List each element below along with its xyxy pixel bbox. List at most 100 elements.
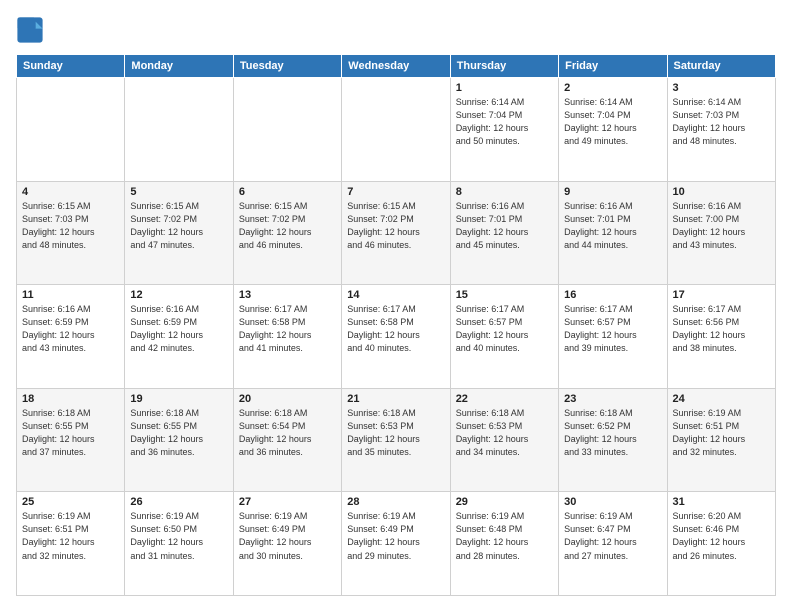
- calendar-cell: 14 Sunrise: 6:17 AM Sunset: 6:58 PM Dayli…: [342, 285, 450, 389]
- calendar-cell: 7 Sunrise: 6:15 AM Sunset: 7:02 PM Daylig…: [342, 181, 450, 285]
- calendar-cell: [233, 78, 341, 182]
- calendar-cell: 29Sunrise: 6:19 AM Sunset: 6:48 PM Dayli…: [450, 492, 558, 596]
- calendar-cell: 21 Sunrise: 6:18 AM Sunset: 6:53 PM Dayli…: [342, 388, 450, 492]
- day-number: 26: [130, 496, 227, 508]
- day-number: 3: [673, 82, 770, 94]
- calendar-cell: 16 Sunrise: 6:17 AM Sunset: 6:57 PM Dayli…: [559, 285, 667, 389]
- weekday-header-thursday: Thursday: [450, 55, 558, 78]
- day-number: 1: [456, 82, 553, 94]
- day-number: 27: [239, 496, 336, 508]
- calendar-week-row: 4 Sunrise: 6:15 AM Sunset: 7:03 PM Daylig…: [17, 181, 776, 285]
- day-info: Sunrise: 6:16 AM Sunset: 6:59 PM Dayligh…: [22, 303, 119, 355]
- day-info: Sunrise: 6:17 AM Sunset: 6:58 PM Dayligh…: [347, 303, 444, 355]
- day-info: Sunrise: 6:14 AM Sunset: 7:04 PM Dayligh…: [564, 96, 661, 148]
- day-number: 7: [347, 186, 444, 198]
- calendar-cell: 2 Sunrise: 6:14 AM Sunset: 7:04 PM Daylig…: [559, 78, 667, 182]
- day-number: 12: [130, 289, 227, 301]
- day-number: 16: [564, 289, 661, 301]
- calendar-cell: 25 Sunrise: 6:19 AM Sunset: 6:51 PM Dayli…: [17, 492, 125, 596]
- day-info: Sunrise: 6:19 AM Sunset: 6:49 PM Dayligh…: [347, 510, 444, 562]
- weekday-header-sunday: Sunday: [17, 55, 125, 78]
- day-number: 24: [673, 393, 770, 405]
- day-number: 22: [456, 393, 553, 405]
- calendar-cell: 19 Sunrise: 6:18 AM Sunset: 6:55 PM Dayli…: [125, 388, 233, 492]
- calendar-cell: 4 Sunrise: 6:15 AM Sunset: 7:03 PM Daylig…: [17, 181, 125, 285]
- day-number: 11: [22, 289, 119, 301]
- day-info: Sunrise: 6:19 AM Sunset: 6:51 PM Dayligh…: [673, 407, 770, 459]
- day-info: Sunrise: 6:16 AM Sunset: 7:01 PM Dayligh…: [564, 200, 661, 252]
- calendar-cell: 10Sunrise: 6:16 AM Sunset: 7:00 PM Dayli…: [667, 181, 775, 285]
- calendar-cell: [17, 78, 125, 182]
- day-info: Sunrise: 6:18 AM Sunset: 6:53 PM Dayligh…: [456, 407, 553, 459]
- day-info: Sunrise: 6:14 AM Sunset: 7:03 PM Dayligh…: [673, 96, 770, 148]
- day-number: 6: [239, 186, 336, 198]
- day-number: 10: [673, 186, 770, 198]
- day-number: 18: [22, 393, 119, 405]
- day-info: Sunrise: 6:19 AM Sunset: 6:49 PM Dayligh…: [239, 510, 336, 562]
- day-number: 21: [347, 393, 444, 405]
- weekday-header-saturday: Saturday: [667, 55, 775, 78]
- logo: [16, 16, 48, 44]
- day-info: Sunrise: 6:14 AM Sunset: 7:04 PM Dayligh…: [456, 96, 553, 148]
- day-number: 13: [239, 289, 336, 301]
- day-info: Sunrise: 6:15 AM Sunset: 7:02 PM Dayligh…: [347, 200, 444, 252]
- day-number: 31: [673, 496, 770, 508]
- day-number: 28: [347, 496, 444, 508]
- page-header: [16, 16, 776, 44]
- calendar-cell: 24 Sunrise: 6:19 AM Sunset: 6:51 PM Dayli…: [667, 388, 775, 492]
- calendar-cell: 22 Sunrise: 6:18 AM Sunset: 6:53 PM Dayli…: [450, 388, 558, 492]
- day-info: Sunrise: 6:16 AM Sunset: 6:59 PM Dayligh…: [130, 303, 227, 355]
- day-number: 2: [564, 82, 661, 94]
- calendar-week-row: 1 Sunrise: 6:14 AM Sunset: 7:04 PM Daylig…: [17, 78, 776, 182]
- calendar-cell: 6 Sunrise: 6:15 AM Sunset: 7:02 PM Daylig…: [233, 181, 341, 285]
- calendar-cell: 9 Sunrise: 6:16 AM Sunset: 7:01 PM Daylig…: [559, 181, 667, 285]
- calendar-cell: 12 Sunrise: 6:16 AM Sunset: 6:59 PM Dayli…: [125, 285, 233, 389]
- day-number: 20: [239, 393, 336, 405]
- day-number: 15: [456, 289, 553, 301]
- day-info: Sunrise: 6:19 AM Sunset: 6:51 PM Dayligh…: [22, 510, 119, 562]
- day-info: Sunrise: 6:18 AM Sunset: 6:55 PM Dayligh…: [130, 407, 227, 459]
- calendar-cell: 13 Sunrise: 6:17 AM Sunset: 6:58 PM Dayli…: [233, 285, 341, 389]
- calendar-cell: 30 Sunrise: 6:19 AM Sunset: 6:47 PM Dayli…: [559, 492, 667, 596]
- calendar-cell: 5Sunrise: 6:15 AM Sunset: 7:02 PM Daylig…: [125, 181, 233, 285]
- day-info: Sunrise: 6:19 AM Sunset: 6:48 PM Dayligh…: [456, 510, 553, 562]
- calendar-week-row: 11 Sunrise: 6:16 AM Sunset: 6:59 PM Dayli…: [17, 285, 776, 389]
- calendar-cell: 11 Sunrise: 6:16 AM Sunset: 6:59 PM Dayli…: [17, 285, 125, 389]
- day-number: 17: [673, 289, 770, 301]
- day-info: Sunrise: 6:15 AM Sunset: 7:02 PM Dayligh…: [239, 200, 336, 252]
- calendar-cell: 17 Sunrise: 6:17 AM Sunset: 6:56 PM Dayli…: [667, 285, 775, 389]
- day-number: 4: [22, 186, 119, 198]
- day-number: 19: [130, 393, 227, 405]
- day-info: Sunrise: 6:17 AM Sunset: 6:57 PM Dayligh…: [564, 303, 661, 355]
- calendar-cell: 31Sunrise: 6:20 AM Sunset: 6:46 PM Dayli…: [667, 492, 775, 596]
- day-number: 8: [456, 186, 553, 198]
- day-info: Sunrise: 6:18 AM Sunset: 6:55 PM Dayligh…: [22, 407, 119, 459]
- calendar-table: SundayMondayTuesdayWednesdayThursdayFrid…: [16, 54, 776, 596]
- day-info: Sunrise: 6:16 AM Sunset: 7:01 PM Dayligh…: [456, 200, 553, 252]
- calendar-cell: 8 Sunrise: 6:16 AM Sunset: 7:01 PM Daylig…: [450, 181, 558, 285]
- day-info: Sunrise: 6:15 AM Sunset: 7:03 PM Dayligh…: [22, 200, 119, 252]
- day-info: Sunrise: 6:17 AM Sunset: 6:56 PM Dayligh…: [673, 303, 770, 355]
- calendar-cell: 23Sunrise: 6:18 AM Sunset: 6:52 PM Dayli…: [559, 388, 667, 492]
- calendar-cell: 27 Sunrise: 6:19 AM Sunset: 6:49 PM Dayli…: [233, 492, 341, 596]
- day-info: Sunrise: 6:17 AM Sunset: 6:57 PM Dayligh…: [456, 303, 553, 355]
- day-number: 9: [564, 186, 661, 198]
- day-info: Sunrise: 6:19 AM Sunset: 6:50 PM Dayligh…: [130, 510, 227, 562]
- day-info: Sunrise: 6:18 AM Sunset: 6:52 PM Dayligh…: [564, 407, 661, 459]
- calendar-cell: 1 Sunrise: 6:14 AM Sunset: 7:04 PM Daylig…: [450, 78, 558, 182]
- weekday-header-tuesday: Tuesday: [233, 55, 341, 78]
- calendar-cell: 15 Sunrise: 6:17 AM Sunset: 6:57 PM Dayli…: [450, 285, 558, 389]
- weekday-header-friday: Friday: [559, 55, 667, 78]
- day-number: 30: [564, 496, 661, 508]
- day-number: 14: [347, 289, 444, 301]
- day-info: Sunrise: 6:17 AM Sunset: 6:58 PM Dayligh…: [239, 303, 336, 355]
- day-number: 25: [22, 496, 119, 508]
- calendar-week-row: 18 Sunrise: 6:18 AM Sunset: 6:55 PM Dayli…: [17, 388, 776, 492]
- day-info: Sunrise: 6:18 AM Sunset: 6:53 PM Dayligh…: [347, 407, 444, 459]
- calendar-week-row: 25 Sunrise: 6:19 AM Sunset: 6:51 PM Dayli…: [17, 492, 776, 596]
- day-info: Sunrise: 6:19 AM Sunset: 6:47 PM Dayligh…: [564, 510, 661, 562]
- weekday-header-row: SundayMondayTuesdayWednesdayThursdayFrid…: [17, 55, 776, 78]
- calendar-cell: 20 Sunrise: 6:18 AM Sunset: 6:54 PM Dayli…: [233, 388, 341, 492]
- day-info: Sunrise: 6:18 AM Sunset: 6:54 PM Dayligh…: [239, 407, 336, 459]
- calendar-cell: 28 Sunrise: 6:19 AM Sunset: 6:49 PM Dayli…: [342, 492, 450, 596]
